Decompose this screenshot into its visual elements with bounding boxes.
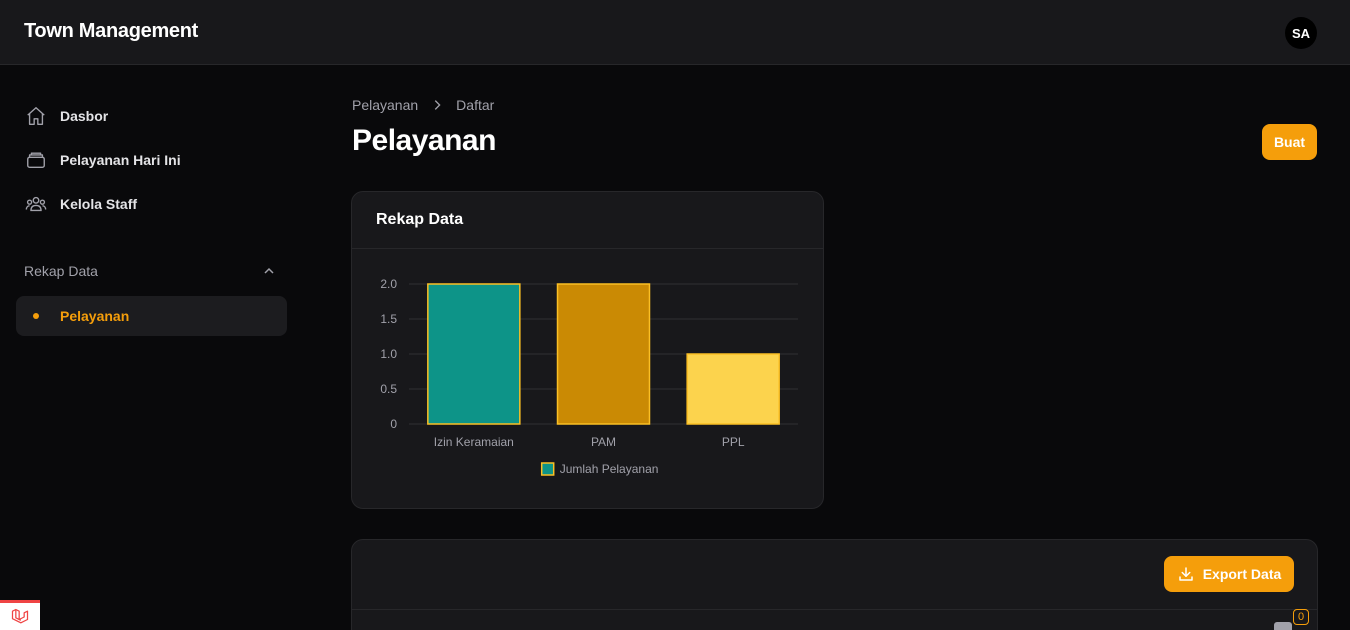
y-tick-label: 0: [390, 417, 397, 431]
bar: [427, 283, 521, 425]
y-tick-label: 2.0: [380, 277, 397, 291]
bar-chart: 2.0 1.5 1.0 0.5 0 Izin Keramaian PAM PPL Jumlah …: [380, 277, 798, 476]
sidebar-item-pelayanan[interactable]: Pelayanan: [16, 296, 287, 336]
topbar: Town Management SA: [0, 0, 1350, 65]
filter-count-badge: 0: [1293, 609, 1309, 625]
x-tick-label: PPL: [722, 435, 745, 449]
sidebar-item-label: Kelola Staff: [60, 196, 138, 212]
active-dot-icon: [24, 304, 48, 328]
y-tick-label: 1.5: [380, 312, 397, 326]
sidebar-item-pelayanan-hari-ini[interactable]: Pelayanan Hari Ini: [16, 140, 287, 180]
bar: [686, 353, 780, 425]
breadcrumb-item: Daftar: [456, 97, 495, 113]
legend-label: Jumlah Pelayanan: [560, 462, 659, 476]
chevron-up-icon[interactable]: [261, 263, 277, 279]
breadcrumb: Pelayanan Daftar: [352, 97, 494, 113]
x-tick-label: Izin Keramaian: [434, 435, 514, 449]
app-title[interactable]: Town Management: [24, 20, 198, 43]
export-data-button[interactable]: Export Data: [1164, 556, 1294, 592]
user-avatar[interactable]: SA: [1285, 17, 1317, 49]
divider: [352, 609, 1317, 610]
export-data-label: Export Data: [1202, 566, 1282, 582]
download-icon: [1178, 567, 1193, 581]
x-tick-label: PAM: [591, 435, 616, 449]
sidebar-item-label: Pelayanan: [60, 308, 130, 324]
bar: [556, 283, 651, 425]
sidebar: Dasbor Pelayanan Hari Ini Kelola Staff R…: [0, 65, 310, 630]
legend-swatch: [540, 462, 555, 476]
sidebar-item-dasbor[interactable]: Dasbor: [16, 96, 287, 136]
inbox-icon: [24, 148, 48, 172]
chevron-right-icon: [430, 98, 444, 112]
sidebar-item-kelola-staff[interactable]: Kelola Staff: [16, 184, 287, 224]
home-icon: [24, 104, 48, 128]
y-tick-label: 0.5: [380, 382, 397, 396]
filter-icon[interactable]: [1274, 622, 1292, 630]
page-title: Pelayanan: [352, 124, 496, 157]
chart-card-title: Rekap Data: [352, 192, 823, 249]
y-tick-label: 1.0: [380, 347, 397, 361]
sidebar-item-label: Dasbor: [60, 108, 109, 124]
table-card: Export Data 0: [351, 539, 1318, 630]
sidebar-item-label: Pelayanan Hari Ini: [60, 152, 181, 168]
breadcrumb-item[interactable]: Pelayanan: [352, 97, 418, 113]
users-icon: [24, 192, 48, 216]
sidebar-group-label[interactable]: Rekap Data: [24, 263, 98, 279]
chart-card: Rekap Data 2.0 1.5 1.0 0.5 0 Izin Keramaian PA…: [351, 191, 824, 509]
create-button[interactable]: Buat: [1262, 124, 1317, 160]
laravel-logo-icon[interactable]: [0, 600, 40, 630]
